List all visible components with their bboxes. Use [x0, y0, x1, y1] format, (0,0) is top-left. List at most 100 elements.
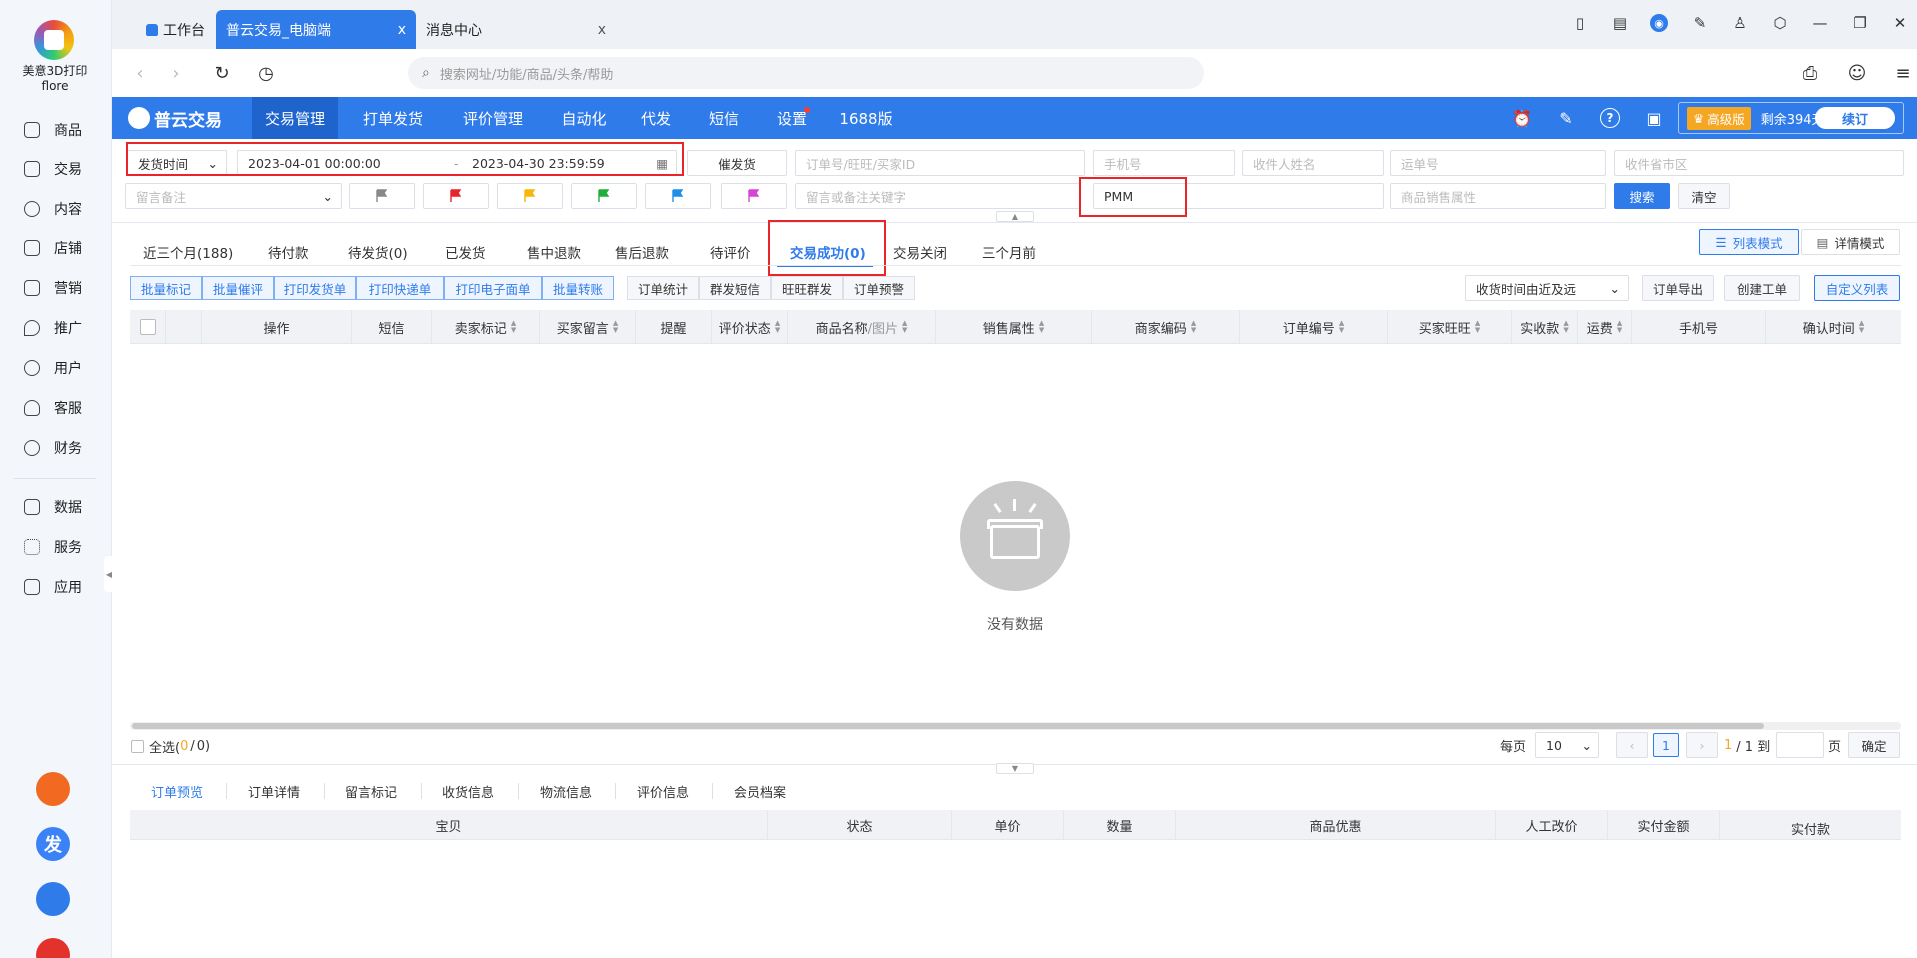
- search-button[interactable]: 搜索: [1614, 183, 1670, 209]
- next-page-button[interactable]: ›: [1686, 732, 1718, 758]
- scrollbar-thumb[interactable]: [132, 723, 1764, 729]
- tab-member-profile[interactable]: 会员档案: [734, 780, 786, 802]
- notes-icon[interactable]: ✎: [1691, 14, 1709, 32]
- menu-review-management[interactable]: 评价管理: [450, 97, 536, 139]
- tab-review-info[interactable]: 评价信息: [637, 780, 689, 802]
- tab-message-mark[interactable]: 留言标记: [345, 780, 397, 802]
- select-all-control[interactable]: 全选( 0 / 0 ): [131, 737, 210, 756]
- flag-yellow-button[interactable]: [497, 183, 563, 209]
- remark-keyword-input[interactable]: 留言或备注关键字: [795, 183, 1080, 209]
- sort-order-select[interactable]: 收货时间由近及远 ⌄: [1465, 275, 1629, 301]
- product-name-input[interactable]: PMM: [1093, 183, 1384, 209]
- sidebar-item-marketing[interactable]: 营销: [24, 276, 82, 300]
- menu-sms[interactable]: 短信: [700, 97, 748, 139]
- list-mode-button[interactable]: ☰ 列表模式: [1699, 229, 1799, 255]
- col-review-status[interactable]: 评价状态 ▲ ▼: [712, 310, 788, 344]
- history-icon[interactable]: ◷: [254, 61, 278, 85]
- wangwang-mass-button[interactable]: 旺旺群发: [771, 276, 843, 300]
- sidebar-item-service[interactable]: 客服: [24, 396, 82, 420]
- batch-urge-review-button[interactable]: 批量催评: [202, 276, 274, 300]
- export-orders-button[interactable]: 订单导出: [1642, 275, 1714, 301]
- region-input[interactable]: 收件省市区: [1614, 150, 1904, 176]
- sidebar-item-product[interactable]: 商品: [24, 118, 82, 142]
- tab-puyun-trade[interactable]: 普云交易_电脑端 x: [216, 10, 416, 49]
- order-stats-button[interactable]: 订单统计: [627, 276, 699, 300]
- custom-list-button[interactable]: 自定义列表: [1814, 275, 1900, 301]
- prev-page-button[interactable]: ‹: [1616, 732, 1648, 758]
- tab-order-preview[interactable]: 订单预览: [151, 780, 203, 802]
- batch-mark-button[interactable]: 批量标记: [130, 276, 202, 300]
- order-alert-button[interactable]: 订单预警: [843, 276, 915, 300]
- col-shipping-fee[interactable]: 运费 ▲ ▼: [1578, 310, 1632, 344]
- batch-transfer-button[interactable]: 批量转账: [542, 276, 614, 300]
- print-express-button[interactable]: 打印快递单: [356, 276, 444, 300]
- col-buyer-wangwang[interactable]: 买家旺旺 ▲ ▼: [1388, 310, 1512, 344]
- help-icon[interactable]: ?: [1600, 108, 1620, 128]
- sidebar-item-user[interactable]: 用户: [24, 356, 82, 380]
- col-product-name[interactable]: 商品名称/图片 ▲ ▼: [788, 310, 936, 344]
- receiver-name-input[interactable]: 收件人姓名: [1242, 150, 1384, 176]
- fa-app-icon[interactable]: 发: [36, 827, 70, 861]
- minimize-icon[interactable]: —: [1811, 14, 1829, 32]
- flag-blue-button[interactable]: [645, 183, 711, 209]
- collapse-bottom-panel-toggle[interactable]: ▼: [996, 763, 1034, 774]
- detail-mode-button[interactable]: ▤ 详情模式: [1801, 229, 1900, 255]
- menu-print-ship[interactable]: 打单发货: [350, 97, 436, 139]
- bookmark-icon[interactable]: ▤: [1611, 14, 1629, 32]
- trade-app-icon[interactable]: [36, 882, 70, 916]
- red-app-icon[interactable]: [36, 938, 70, 958]
- remark-select[interactable]: 留言备注 ⌄: [125, 183, 342, 209]
- puyun-app-icon[interactable]: [36, 772, 70, 806]
- per-page-select[interactable]: 10 ⌄: [1535, 732, 1599, 758]
- window-close-icon[interactable]: ✕: [1891, 14, 1909, 32]
- mobile-icon[interactable]: ▯: [1571, 14, 1589, 32]
- refresh-icon[interactable]: ↻: [210, 61, 234, 85]
- app-logo[interactable]: 普云交易: [128, 104, 222, 132]
- shirt-icon[interactable]: ♙: [1731, 14, 1749, 32]
- renew-button[interactable]: 续订: [1815, 107, 1895, 129]
- tab-receiving-info[interactable]: 收货信息: [442, 780, 494, 802]
- tab-shipped[interactable]: 已发货: [445, 236, 486, 268]
- col-seller-mark[interactable]: 卖家标记 ▲ ▼: [432, 310, 540, 344]
- tab-pending-review[interactable]: 待评价: [710, 236, 751, 268]
- col-amount-received[interactable]: 实收款 ▲ ▼: [1512, 310, 1578, 344]
- tab-trade-closed[interactable]: 交易关闭: [893, 236, 947, 268]
- screen-icon[interactable]: ▣: [1644, 108, 1664, 128]
- close-icon[interactable]: x: [598, 22, 606, 38]
- col-sales-attribute[interactable]: 销售属性 ▲ ▼: [936, 310, 1092, 344]
- sidebar-item-content[interactable]: 内容: [24, 197, 82, 221]
- tab-message-center[interactable]: 消息中心 x: [416, 10, 616, 49]
- tab-before-three-months[interactable]: 三个月前: [982, 236, 1036, 268]
- more-icon[interactable]: ≡: [1891, 61, 1915, 85]
- menu-automation[interactable]: 自动化: [550, 97, 618, 139]
- goto-page-input[interactable]: [1776, 732, 1824, 758]
- col-order-number[interactable]: 订单编号 ▲ ▼: [1240, 310, 1388, 344]
- download-icon[interactable]: ⎙: [1798, 61, 1822, 85]
- sku-attribute-input[interactable]: 商品销售属性: [1390, 183, 1606, 209]
- print-e-waybill-button[interactable]: 打印电子面单: [444, 276, 542, 300]
- sidebar-item-services[interactable]: 服务: [24, 535, 82, 559]
- tab-pending-shipment[interactable]: 待发货(0): [348, 236, 408, 268]
- back-icon[interactable]: ‹: [128, 61, 152, 85]
- sidebar-item-apps[interactable]: 应用: [24, 575, 82, 599]
- brand-logo-icon[interactable]: [34, 20, 74, 60]
- forward-icon[interactable]: ›: [164, 61, 188, 85]
- sidebar-item-trade[interactable]: 交易: [24, 157, 82, 181]
- restore-icon[interactable]: ❐: [1851, 14, 1869, 32]
- sidebar-item-data[interactable]: 数据: [24, 495, 82, 519]
- flag-green-button[interactable]: [571, 183, 637, 209]
- flag-purple-button[interactable]: [721, 183, 787, 209]
- sidebar-item-finance[interactable]: 财务: [24, 436, 82, 460]
- menu-trade-management[interactable]: 交易管理: [252, 97, 338, 139]
- collapse-filters-toggle[interactable]: ▲: [996, 211, 1034, 222]
- alarm-icon[interactable]: ⏰: [1512, 108, 1532, 128]
- select-all-checkbox[interactable]: [131, 739, 144, 753]
- col-merchant-code[interactable]: 商家编码 ▲ ▼: [1092, 310, 1240, 344]
- header-checkbox[interactable]: [139, 319, 156, 335]
- tab-recent-three-months[interactable]: 近三个月(188): [143, 236, 233, 268]
- flag-red-button[interactable]: [423, 183, 489, 209]
- emoji-icon[interactable]: ☺: [1845, 61, 1869, 85]
- goto-confirm-button[interactable]: 确定: [1848, 732, 1900, 758]
- tab-pending-payment[interactable]: 待付款: [268, 236, 309, 268]
- sidebar-collapse-handle[interactable]: ◀: [104, 556, 114, 592]
